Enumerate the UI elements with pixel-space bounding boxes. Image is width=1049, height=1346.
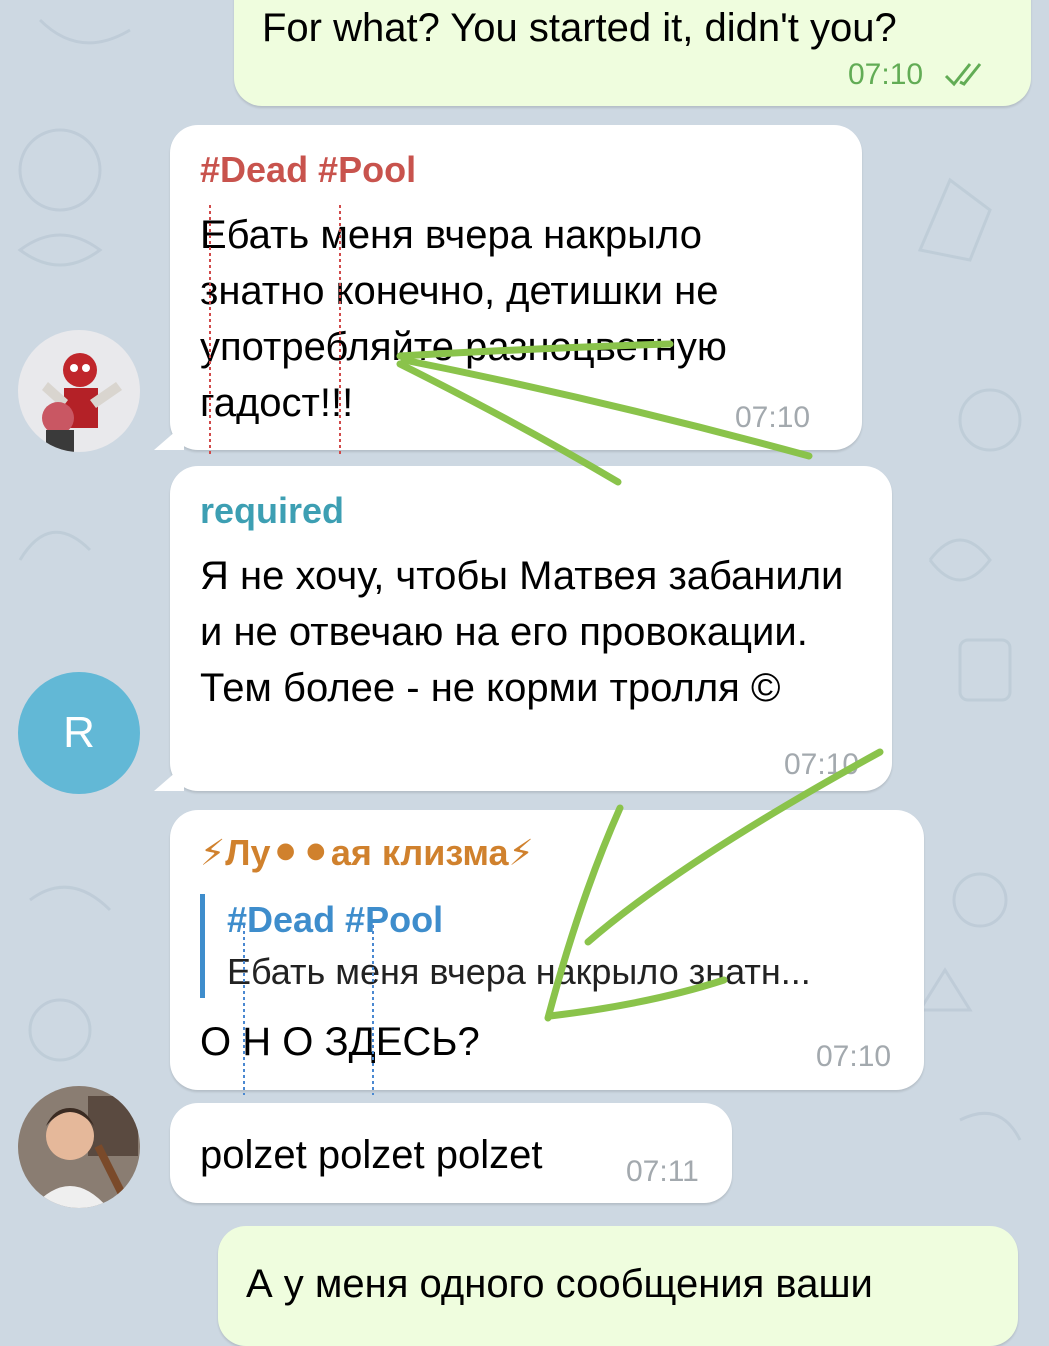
avatar-required[interactable]: R bbox=[18, 672, 140, 794]
message-text: О Н О ЗДЕСЬ? bbox=[200, 1020, 480, 1064]
message-text: polzet polzet polzet bbox=[200, 1133, 543, 1177]
reply-text: Ебать меня вчера накрыло знатн... bbox=[227, 951, 811, 992]
sender-name[interactable]: #Dead #Pool bbox=[200, 149, 416, 191]
message-time: 07:10 bbox=[816, 1040, 892, 1073]
incoming-message-bubble[interactable]: #Dead #Pool Ебать меня вчера накрыло зна… bbox=[170, 125, 862, 450]
incoming-message-bubble[interactable]: ⚡Лу⚫⚫ая клизма⚡ #Dead #Pool Ебать меня в… bbox=[170, 810, 924, 1090]
sender-name[interactable]: ⚡Лу⚫⚫ая клизма⚡ bbox=[200, 832, 534, 874]
message-text: For what? You started it, didn't you? bbox=[262, 6, 897, 50]
sender-name[interactable]: required bbox=[200, 490, 344, 532]
avatar-user[interactable] bbox=[18, 1086, 140, 1208]
incoming-message-bubble[interactable]: polzet polzet polzet 07:11 bbox=[170, 1103, 732, 1203]
message-text: Ебать меня вчера накрыло знатно конечно,… bbox=[200, 213, 727, 425]
message-text: Я не хочу, чтобы Матвея забанили и не от… bbox=[200, 554, 844, 710]
reply-quote[interactable]: #Dead #Pool Ебать меня вчера накрыло зна… bbox=[200, 894, 907, 998]
double-check-icon bbox=[944, 63, 982, 87]
message-text: А у меня одного сообщения ваши bbox=[246, 1262, 873, 1306]
message-time: 07:10 bbox=[735, 401, 811, 434]
avatar-deadpool[interactable] bbox=[18, 330, 140, 452]
message-time: 07:10 bbox=[848, 58, 924, 91]
outgoing-message-bubble[interactable]: For what? You started it, didn't you? 07… bbox=[234, 0, 1031, 106]
avatar-letter: R bbox=[63, 708, 95, 757]
message-time: 07:10 bbox=[784, 748, 860, 781]
outgoing-message-bubble[interactable]: А у меня одного сообщения ваши bbox=[218, 1226, 1018, 1346]
incoming-message-bubble[interactable]: required Я не хочу, чтобы Матвея забанил… bbox=[170, 466, 892, 791]
reply-title: #Dead #Pool bbox=[227, 899, 444, 940]
message-time: 07:11 bbox=[626, 1155, 699, 1188]
